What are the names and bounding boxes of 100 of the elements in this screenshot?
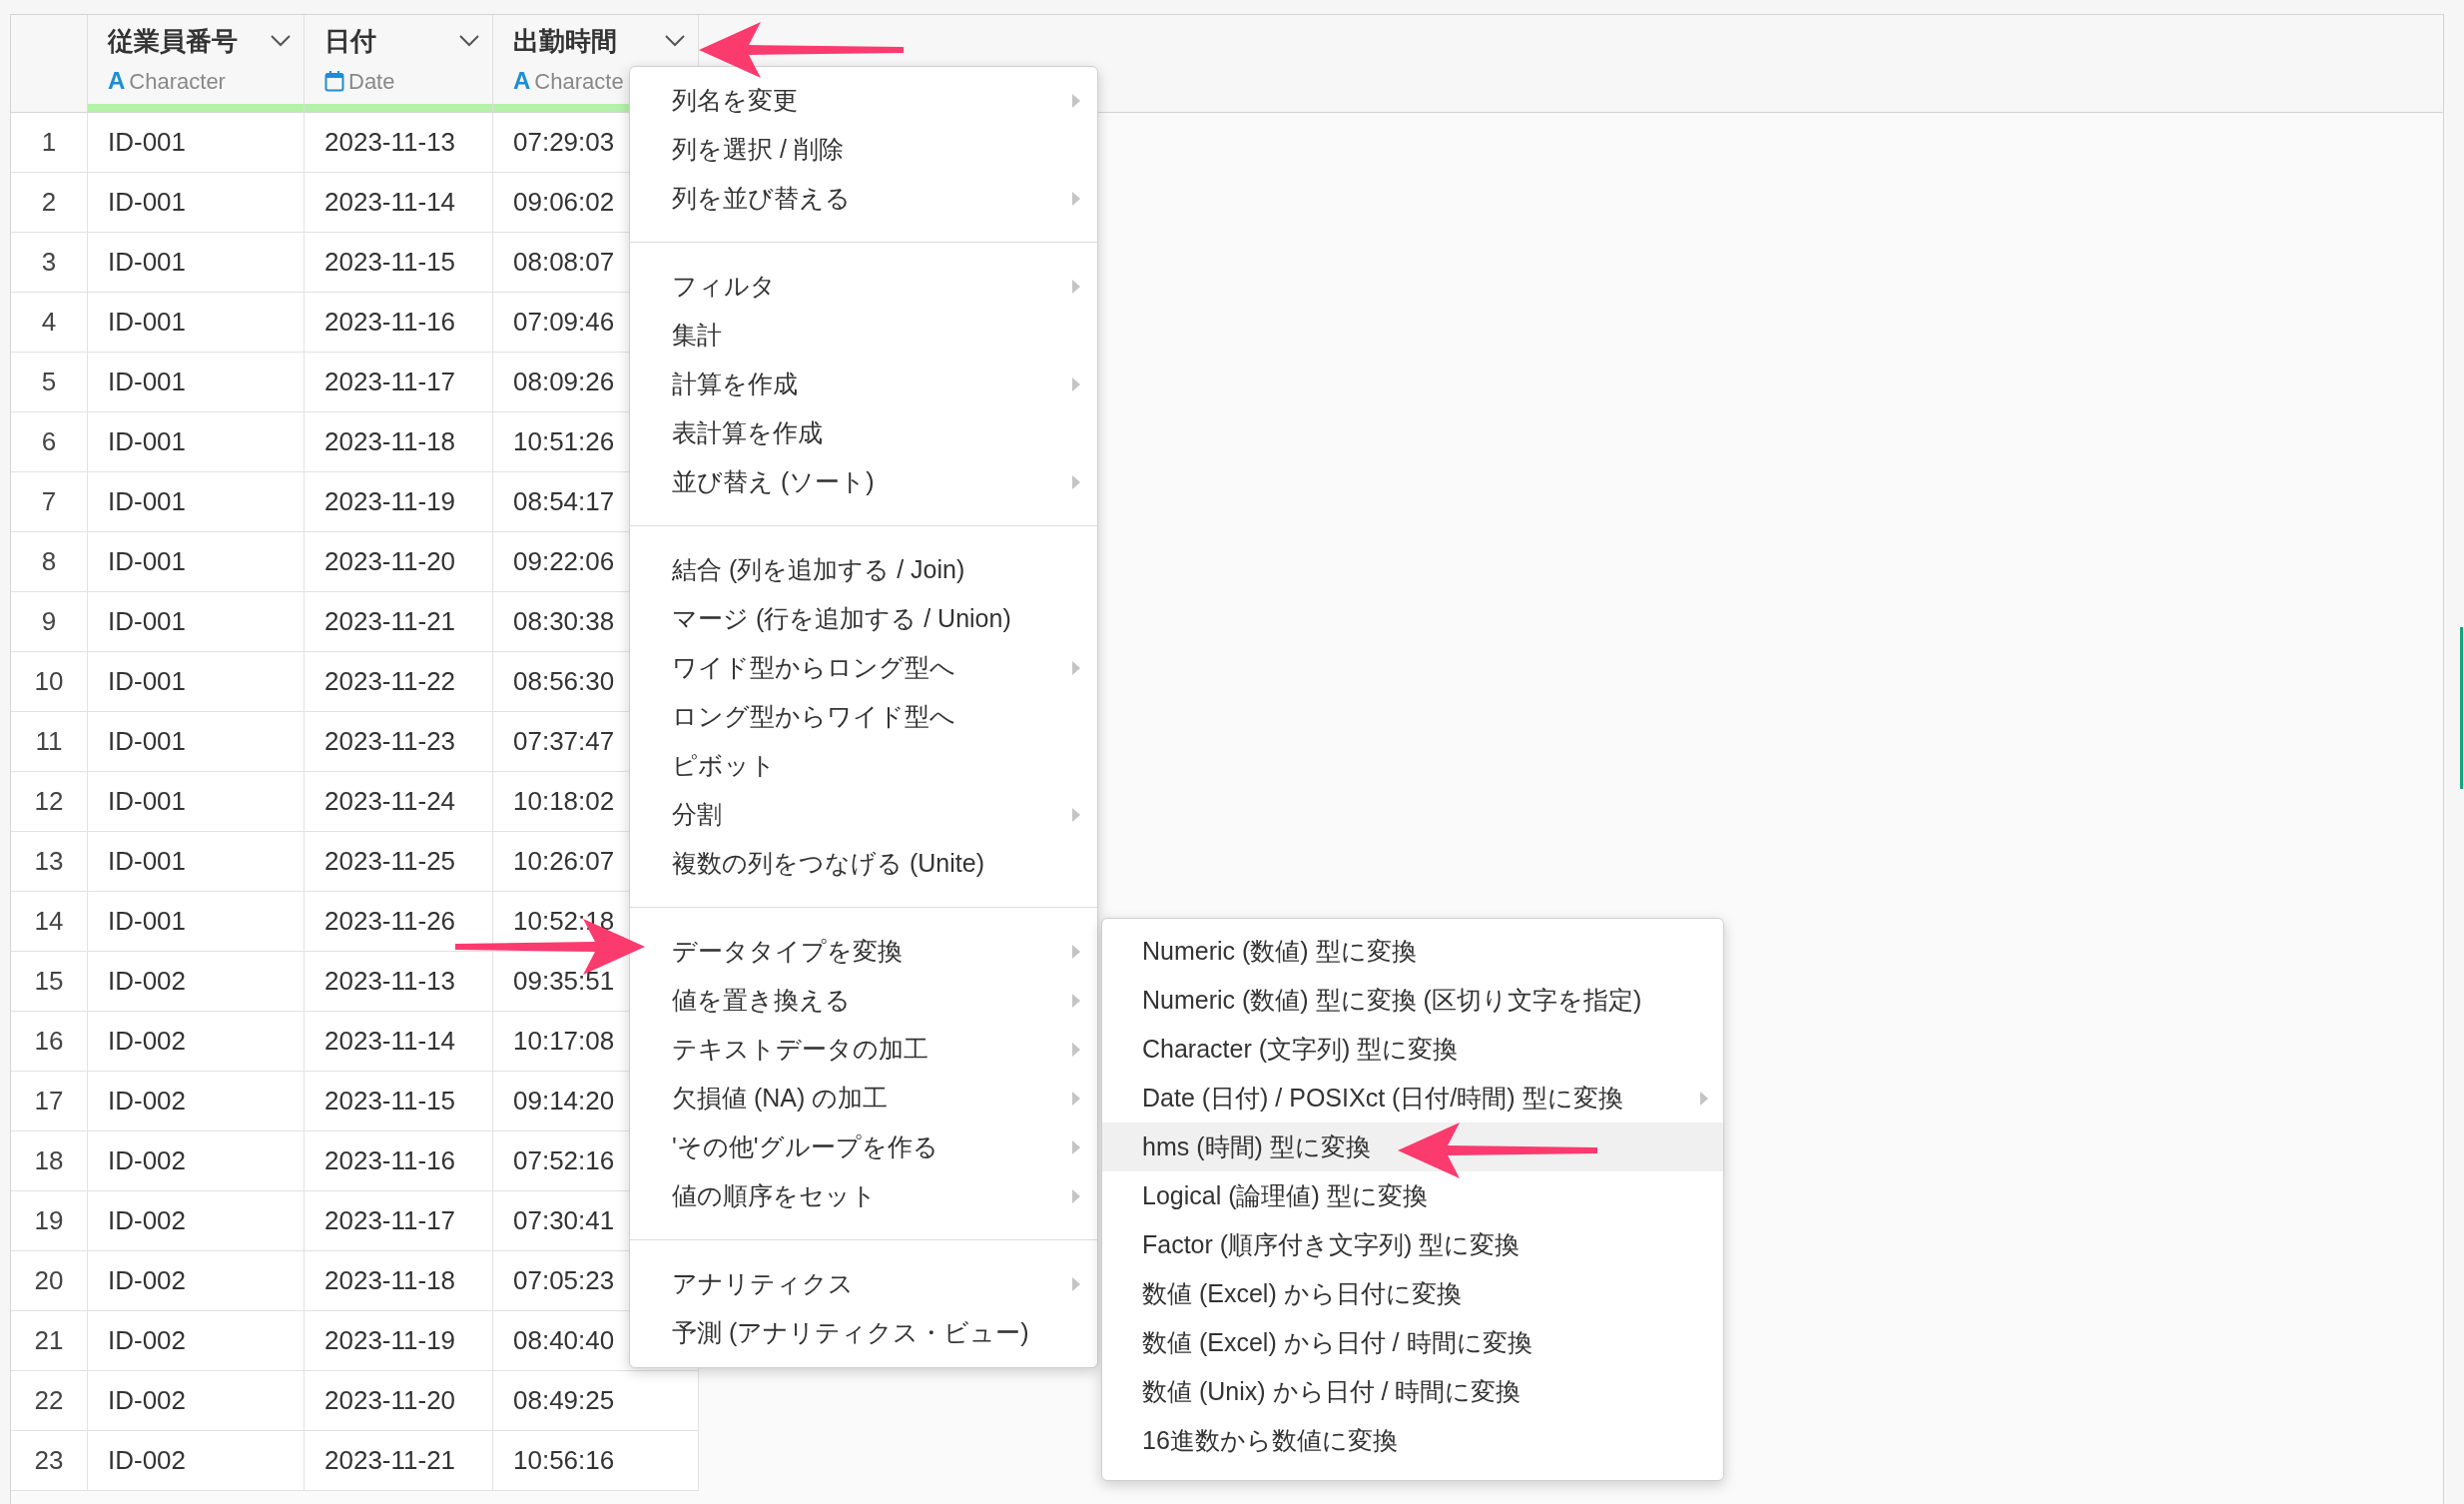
row-number: 6 xyxy=(11,412,88,472)
row-number: 19 xyxy=(11,1191,88,1251)
row-number: 10 xyxy=(11,652,88,712)
table-cell: ID-001 xyxy=(88,293,305,353)
submenu-arrow-icon xyxy=(1071,92,1081,109)
table-cell: 2023-11-21 xyxy=(305,1431,493,1491)
type-icon: A xyxy=(108,69,126,93)
row-number: 23 xyxy=(11,1431,88,1491)
row-number: 15 xyxy=(11,952,88,1012)
table-cell: 2023-11-22 xyxy=(305,652,493,712)
table-cell: 2023-11-26 xyxy=(305,892,493,952)
row-number: 11 xyxy=(11,712,88,772)
table-cell: ID-001 xyxy=(88,353,305,412)
table-cell: 2023-11-14 xyxy=(305,1012,493,1072)
table-cell: ID-001 xyxy=(88,472,305,532)
table-cell: ID-002 xyxy=(88,1251,305,1311)
submenu-arrow-icon xyxy=(1071,376,1081,392)
menu-item[interactable]: Numeric (数値) 型に変換 (区切り文字を指定) xyxy=(1102,976,1723,1025)
table-cell: ID-001 xyxy=(88,712,305,772)
table-cell: ID-001 xyxy=(88,652,305,712)
table-cell: ID-002 xyxy=(88,1012,305,1072)
table-cell: ID-002 xyxy=(88,1191,305,1251)
submenu-arrow-icon xyxy=(1071,473,1081,490)
row-number: 8 xyxy=(11,532,88,592)
table-cell: ID-001 xyxy=(88,113,305,173)
table-cell: ID-002 xyxy=(88,1311,305,1371)
menu-item[interactable]: 16進数から数値に変換 xyxy=(1102,1416,1723,1465)
row-number: 3 xyxy=(11,233,88,293)
row-number: 21 xyxy=(11,1311,88,1371)
menu-item[interactable]: Logical (論理値) 型に変換 xyxy=(1102,1171,1723,1220)
table-cell: ID-002 xyxy=(88,1431,305,1491)
chevron-down-icon[interactable] xyxy=(664,34,686,48)
submenu-arrow-icon xyxy=(1071,943,1081,960)
column-name: 従業員番号 xyxy=(108,24,238,58)
submenu-arrow-icon xyxy=(1071,1187,1081,1204)
row-number: 1 xyxy=(11,113,88,173)
table-cell: ID-001 xyxy=(88,412,305,472)
menu-item[interactable]: hms (時間) 型に変換 xyxy=(1102,1123,1723,1171)
table-cell: 08:49:25 xyxy=(493,1371,699,1431)
submenu-arrow-icon xyxy=(1071,1275,1081,1292)
table-cell: ID-002 xyxy=(88,1371,305,1431)
table-cell: 2023-11-18 xyxy=(305,412,493,472)
table-cell: 2023-11-13 xyxy=(305,952,493,1012)
column-type: Characte xyxy=(534,67,624,96)
table-cell: ID-001 xyxy=(88,772,305,832)
table-cell: ID-001 xyxy=(88,532,305,592)
table-cell: 2023-11-19 xyxy=(305,472,493,532)
table-cell: 2023-11-25 xyxy=(305,832,493,892)
table-cell: 2023-11-15 xyxy=(305,233,493,293)
chevron-down-icon[interactable] xyxy=(270,34,292,48)
table-cell: ID-001 xyxy=(88,233,305,293)
table-cell: 2023-11-23 xyxy=(305,712,493,772)
table-cell: 2023-11-15 xyxy=(305,1072,493,1131)
column-type: Date xyxy=(348,67,395,96)
menu-item[interactable]: Date (日付) / POSIXct (日付/時間) 型に変換 xyxy=(1102,1074,1723,1123)
table-cell: ID-002 xyxy=(88,952,305,1012)
submenu-arrow-icon xyxy=(1071,278,1081,295)
table-cell: ID-002 xyxy=(88,1072,305,1131)
row-number: 16 xyxy=(11,1012,88,1072)
menu-item[interactable]: 数値 (Excel) から日付 / 時間に変換 xyxy=(1102,1318,1723,1367)
table-cell: 2023-11-20 xyxy=(305,1371,493,1431)
submenu-arrow-icon xyxy=(1699,1090,1709,1107)
table-cell: 2023-11-13 xyxy=(305,113,493,173)
table-cell: 2023-11-16 xyxy=(305,293,493,353)
menu-item[interactable]: Factor (順序付き文字列) 型に変換 xyxy=(1102,1220,1723,1269)
row-number: 5 xyxy=(11,353,88,412)
table-cell: ID-001 xyxy=(88,892,305,952)
row-number: 14 xyxy=(11,892,88,952)
table-cell: 10:56:16 xyxy=(493,1431,699,1491)
chevron-down-icon[interactable] xyxy=(458,34,480,48)
menu-item[interactable]: Numeric (数値) 型に変換 xyxy=(1102,927,1723,976)
row-number: 17 xyxy=(11,1072,88,1131)
submenu-arrow-icon xyxy=(1071,659,1081,676)
table-cell: 2023-11-19 xyxy=(305,1311,493,1371)
table-cell: 2023-11-17 xyxy=(305,1191,493,1251)
table-cell: 2023-11-21 xyxy=(305,592,493,652)
type-icon: A xyxy=(513,69,531,93)
submenu-arrow-icon xyxy=(1071,1090,1081,1107)
menu-item[interactable]: Character (文字列) 型に変換 xyxy=(1102,1025,1723,1074)
table-cell: 2023-11-20 xyxy=(305,532,493,592)
row-number: 22 xyxy=(11,1371,88,1431)
table-cell: 2023-11-24 xyxy=(305,772,493,832)
column-header[interactable]: 日付 Date xyxy=(305,15,493,112)
column-header[interactable]: 従業員番号 A Character xyxy=(88,15,305,112)
table-cell: ID-001 xyxy=(88,592,305,652)
table-cell: 2023-11-14 xyxy=(305,173,493,233)
table-cell: ID-001 xyxy=(88,832,305,892)
row-number: 2 xyxy=(11,173,88,233)
submenu-arrow-icon xyxy=(1071,806,1081,823)
row-number: 9 xyxy=(11,592,88,652)
menu-item[interactable]: 数値 (Unix) から日付 / 時間に変換 xyxy=(1102,1367,1723,1416)
submenu-arrow-icon xyxy=(1071,1138,1081,1155)
column-name: 出勤時間 xyxy=(513,24,617,58)
submenu-arrow-icon xyxy=(1071,1041,1081,1058)
row-number: 18 xyxy=(11,1131,88,1191)
row-number: 7 xyxy=(11,472,88,532)
menu-item[interactable]: 数値 (Excel) から日付に変換 xyxy=(1102,1269,1723,1318)
table-cell: 2023-11-16 xyxy=(305,1131,493,1191)
table-cell: 2023-11-18 xyxy=(305,1251,493,1311)
column-type: Character xyxy=(129,67,226,96)
